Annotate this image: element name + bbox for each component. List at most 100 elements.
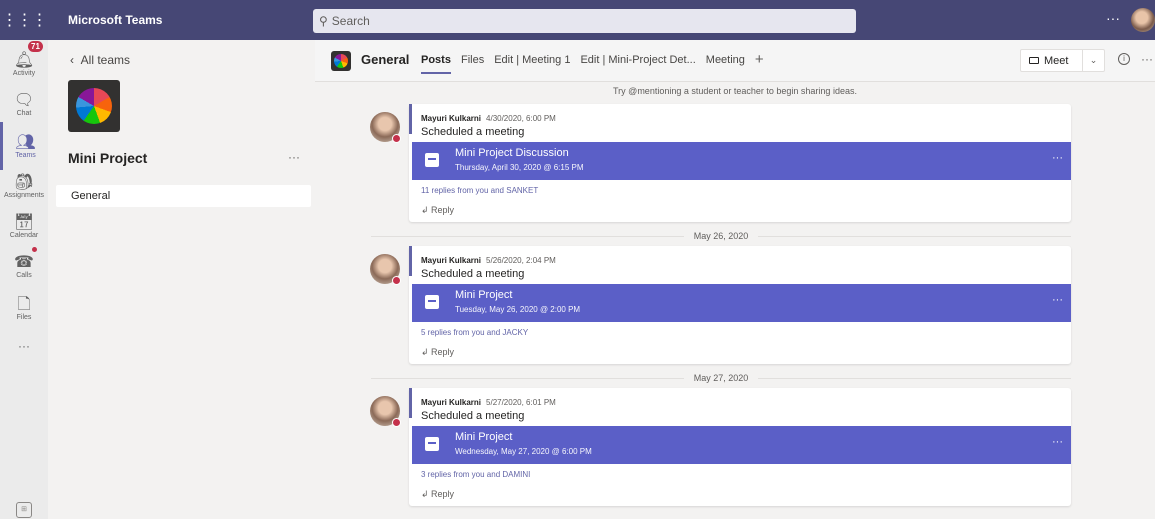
post-card: Mayuri Kulkarni 5/26/2020, 2:04 PM Schedu… [370,246,1071,364]
header-more-icon[interactable]: ··· [1141,52,1153,66]
post-card: Mayuri Kulkarni 5/27/2020, 6:01 PM Schedu… [370,388,1071,506]
post-author: Mayuri Kulkarni [421,256,482,265]
app-launcher-icon[interactable]: ⋮⋮⋮ [0,0,48,40]
meeting-more-icon[interactable]: ··· [1052,436,1063,448]
status-busy-icon [392,418,401,427]
reply-button[interactable]: ↲ Reply [421,205,454,216]
rail-more-apps[interactable]: ··· [0,322,48,370]
activity-badge: 71 [28,41,43,52]
app-rail: 🔔︎ 71 Activity 🗨︎ Chat 👥︎ Teams 🎒︎ Assig… [0,40,48,519]
date-separator: May 27, 2020 [371,371,1071,385]
status-busy-icon [392,134,401,143]
search-input[interactable]: ⚲ Search [313,9,856,33]
app-name: Microsoft Teams [68,13,163,27]
calendar-icon [425,295,439,309]
post-text: Scheduled a meeting [421,410,525,422]
calls-notification-dot [32,247,37,252]
add-tab-icon[interactable]: + [755,52,764,74]
meeting-time: Wednesday, May 27, 2020 @ 6:00 PM [455,447,592,456]
team-logo-pie [76,88,112,124]
tab-meeting[interactable]: Meeting [706,54,745,74]
rail-label-calendar: Calendar [9,231,39,239]
rail-item-calls[interactable]: ☎︎ Calls [0,242,48,290]
meeting-card[interactable]: Mini Project Tuesday, May 26, 2020 @ 2:0… [412,284,1071,322]
rail-label-activity: Activity [12,69,36,77]
feed-hint: Try @mentioning a student or teacher to … [613,86,857,96]
tab-posts[interactable]: Posts [421,54,451,74]
post-timestamp: 4/30/2020, 6:00 PM [486,114,556,123]
rail-item-chat[interactable]: 🗨︎ Chat [0,80,48,128]
reply-arrow-icon: ↲ [421,347,432,357]
tab-files[interactable]: Files [461,54,484,74]
calendar-icon: 📅︎ [13,213,35,231]
reply-label: Reply [431,347,455,357]
post-meta: Mayuri Kulkarni 4/30/2020, 6:00 PM [421,114,556,123]
reply-arrow-icon: ↲ [421,489,432,499]
user-avatar[interactable] [1131,8,1155,32]
meeting-card[interactable]: Mini Project Wednesday, May 27, 2020 @ 6… [412,426,1071,464]
date-separator-label: May 26, 2020 [683,231,759,241]
meeting-title: Mini Project Discussion [455,147,569,159]
post-card: Mayuri Kulkarni 4/30/2020, 6:00 PM Schedu… [370,104,1071,222]
search-icon: ⚲ [319,14,328,28]
author-avatar[interactable] [370,396,401,427]
tab-edit-meeting-1[interactable]: Edit | Meeting 1 [494,54,570,74]
team-logo [68,80,120,132]
meeting-time: Tuesday, May 26, 2020 @ 2:00 PM [455,305,581,314]
post-timestamp: 5/26/2020, 2:04 PM [486,256,556,265]
meeting-more-icon[interactable]: ··· [1052,294,1063,306]
channel-item-general[interactable]: General [56,185,311,207]
bell-icon: 🔔︎ [13,51,35,69]
meeting-time: Thursday, April 30, 2020 @ 6:15 PM [455,163,584,172]
channel-team-logo [331,51,351,71]
post-author: Mayuri Kulkarni [421,114,482,123]
rail-label-assignments: Assignments [3,191,45,199]
reply-button[interactable]: ↲ Reply [421,489,454,500]
chevron-down-icon[interactable]: ⌄ [1083,55,1104,66]
replies-link[interactable]: 5 replies from you and JACKY [421,328,528,337]
date-separator: May 26, 2020 [371,229,1071,243]
channel-logo-pie [334,54,348,68]
author-avatar[interactable] [370,112,401,143]
rail-label-calls: Calls [16,271,32,279]
meeting-card[interactable]: Mini Project Discussion Thursday, April … [412,142,1071,180]
posts-feed: Try @mentioning a student or teacher to … [315,82,1155,519]
rail-label-chat: Chat [16,109,32,117]
chat-icon: 🗨︎ [13,91,35,109]
apps-icon[interactable]: ⊞ [16,502,32,518]
file-icon: 🗋︎ [17,295,31,313]
channel-tabs: Posts Files Edit | Meeting 1 Edit | Mini… [421,52,764,74]
all-teams-link[interactable]: ‹ All teams [70,53,130,67]
post-meta: Mayuri Kulkarni 5/27/2020, 6:01 PM [421,398,556,407]
reply-button[interactable]: ↲ Reply [421,347,454,358]
phone-icon: ☎︎ [14,253,34,271]
channel-name: General [361,52,410,67]
post-author: Mayuri Kulkarni [421,398,482,407]
meeting-more-icon[interactable]: ··· [1052,152,1063,164]
teams-icon: 👥︎ [15,133,36,151]
settings-more-icon[interactable]: ··· [1106,10,1120,26]
meet-button[interactable]: Meet ⌄ [1020,49,1105,72]
meeting-title: Mini Project [455,289,513,301]
info-icon[interactable]: i [1118,53,1130,65]
chevron-left-icon: ‹ [70,53,81,67]
tab-edit-mini-project[interactable]: Edit | Mini-Project Det... [580,54,695,74]
calendar-icon [425,437,439,451]
calendar-icon [425,153,439,167]
post-text: Scheduled a meeting [421,126,525,138]
channel-header: General Posts Files Edit | Meeting 1 Edi… [315,40,1155,82]
reply-arrow-icon: ↲ [421,205,432,215]
author-avatar[interactable] [370,254,401,285]
reply-label: Reply [431,205,455,215]
reply-label: Reply [431,489,455,499]
team-panel: ‹ All teams Mini Project ··· General [48,40,313,519]
post-timestamp: 5/27/2020, 6:01 PM [486,398,556,407]
rail-label-teams: Teams [15,151,36,159]
replies-link[interactable]: 3 replies from you and DAMINI [421,470,530,479]
meet-label: Meet [1044,54,1069,67]
replies-link[interactable]: 11 replies from you and SANKET [421,186,538,195]
meeting-title: Mini Project [455,431,513,443]
team-more-icon[interactable]: ··· [288,150,300,164]
video-camera-icon [1029,57,1039,64]
status-busy-icon [392,276,401,285]
